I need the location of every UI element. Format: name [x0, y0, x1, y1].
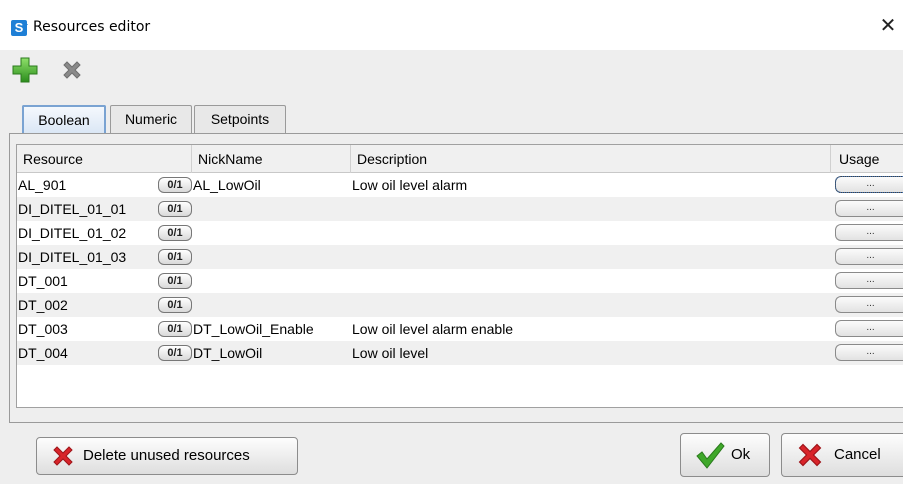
resource-cell: DI_DITEL_01_01 — [18, 201, 127, 217]
column-header-resource[interactable]: Resource — [17, 145, 192, 173]
table-row[interactable]: DI_DITEL_01_01 0/1 ... — [17, 197, 903, 221]
cancel-label: Cancel — [834, 446, 881, 463]
bool-type-badge: 0/1 — [158, 201, 192, 217]
delete-unused-resources-button[interactable]: Delete unused resources — [36, 437, 298, 475]
title-bar: S + Resources editor ✕ — [0, 0, 903, 50]
bool-type-badge: 0/1 — [158, 177, 192, 193]
cancel-button[interactable]: Cancel — [781, 433, 903, 477]
usage-button[interactable]: ... — [835, 296, 903, 313]
usage-button[interactable]: ... — [835, 320, 903, 337]
nickname-cell[interactable]: DT_LowOil_Enable — [193, 317, 314, 341]
table-row[interactable]: DT_003 0/1 DT_LowOil_Enable Low oil leve… — [17, 317, 903, 341]
delete-unused-label: Delete unused resources — [83, 447, 250, 464]
x-icon — [63, 61, 81, 79]
description-cell[interactable]: Low oil level alarm enable — [352, 317, 513, 341]
usage-button[interactable]: ... — [835, 200, 903, 217]
column-header-nickname[interactable]: NickName — [192, 145, 351, 173]
description-cell[interactable]: Low oil level — [352, 341, 428, 365]
bool-type-badge: 0/1 — [158, 321, 192, 337]
tab-setpoints[interactable]: Setpoints — [194, 105, 286, 133]
bool-type-badge: 0/1 — [158, 225, 192, 241]
table-header: Resource NickName Description Usage — [17, 145, 903, 173]
usage-button[interactable]: ... — [835, 248, 903, 265]
dialog-body: Boolean Numeric Setpoints Resource NickN… — [0, 50, 903, 484]
table-row[interactable]: DT_001 0/1 ... — [17, 269, 903, 293]
red-x-icon — [53, 446, 73, 466]
usage-button[interactable]: ... — [835, 224, 903, 241]
tab-numeric[interactable]: Numeric — [110, 105, 192, 133]
app-logo-icon: S + — [11, 20, 28, 36]
description-cell[interactable]: Low oil level alarm — [352, 173, 467, 197]
table-row[interactable]: AL_901 0/1 AL_LowOil Low oil level alarm… — [17, 173, 903, 197]
close-button[interactable]: ✕ — [877, 14, 899, 36]
resources-table: Resource NickName Description Usage AL_9… — [16, 144, 903, 408]
nickname-cell[interactable]: DT_LowOil — [193, 341, 262, 365]
table-row[interactable]: DT_004 0/1 DT_LowOil Low oil level ... — [17, 341, 903, 365]
table-row[interactable]: DI_DITEL_01_03 0/1 ... — [17, 245, 903, 269]
table-row[interactable]: DT_002 0/1 ... — [17, 293, 903, 317]
ok-label: Ok — [731, 446, 751, 463]
plus-icon — [12, 57, 38, 83]
ok-button[interactable]: Ok — [680, 433, 770, 477]
column-header-usage[interactable]: Usage — [831, 145, 903, 173]
resource-cell: DT_003 — [18, 321, 68, 337]
resource-cell: DT_004 — [18, 345, 68, 361]
resource-cell: DT_001 — [18, 273, 68, 289]
table-body: AL_901 0/1 AL_LowOil Low oil level alarm… — [17, 173, 903, 365]
usage-button[interactable]: ... — [835, 344, 903, 361]
tab-boolean[interactable]: Boolean — [22, 105, 106, 133]
resource-cell: DI_DITEL_01_02 — [18, 225, 127, 241]
nickname-cell[interactable]: AL_LowOil — [193, 173, 261, 197]
bool-type-badge: 0/1 — [158, 297, 192, 313]
bool-type-badge: 0/1 — [158, 249, 192, 265]
usage-button[interactable]: ... — [835, 272, 903, 289]
bool-type-badge: 0/1 — [158, 345, 192, 361]
tab-panel: Resource NickName Description Usage AL_9… — [9, 133, 903, 423]
red-x-icon — [798, 443, 822, 467]
usage-button[interactable]: ... — [835, 176, 903, 193]
column-header-description[interactable]: Description — [351, 145, 831, 173]
window-title: Resources editor — [33, 19, 151, 35]
remove-resource-button[interactable] — [60, 58, 86, 84]
add-resource-button[interactable] — [12, 57, 38, 83]
check-icon — [696, 442, 725, 469]
resource-cell: AL_901 — [18, 177, 67, 193]
resource-cell: DT_002 — [18, 297, 68, 313]
table-row[interactable]: DI_DITEL_01_02 0/1 ... — [17, 221, 903, 245]
resource-cell: DI_DITEL_01_03 — [18, 249, 127, 265]
bool-type-badge: 0/1 — [158, 273, 192, 289]
